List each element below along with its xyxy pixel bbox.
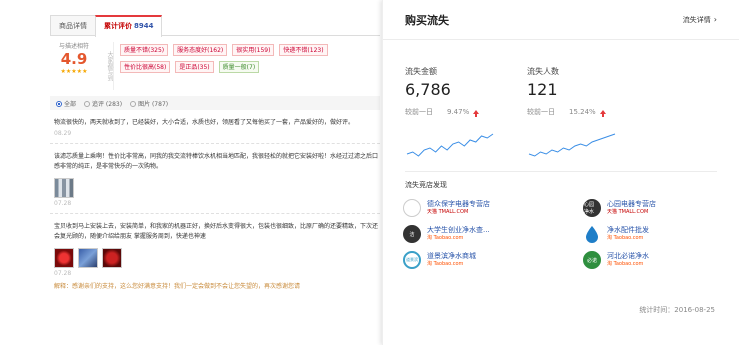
store-platform: 淘 Taobao.com [607, 235, 644, 241]
sparkline-path [406, 133, 494, 157]
metric-label: 流失人数 [527, 67, 559, 76]
store-logo-icon: 洁 [403, 225, 421, 243]
radio-icon [84, 100, 91, 107]
trend-up-icon [599, 110, 606, 117]
review-text: 物流很快的，两天就收到了，已经装好，大小合适，水质也好，领居看了又每他买了一套，… [54, 119, 355, 126]
store-name: 净水配件批发 [607, 226, 649, 234]
competitor-title: 流失竞店发现 [405, 181, 447, 189]
review-image-thumb[interactable] [78, 248, 98, 268]
review-text: 该滤芯质量上乘啊！性价比非常高，同我的我交流特棒饮水机相当地匹配，我很轻松的就把… [54, 153, 379, 170]
impression-tag[interactable]: 质量不错(325) [120, 44, 169, 56]
competitor-store[interactable]: 洁 大学生创业净水查... 淘 Taobao.com [403, 224, 583, 244]
impression-tag[interactable]: 性价比很高(58) [120, 61, 171, 73]
churn-details-link[interactable]: 流失详情 › [683, 15, 717, 25]
sparkline-churn-amount [406, 133, 494, 157]
review-filter: 全部 追评 (283) 图片 (787) [50, 96, 380, 110]
review-date: 07.28 [54, 200, 72, 207]
trend-up-icon [473, 110, 480, 117]
review-item: 该滤芯质量上乘啊！性价比非常高，同我的我交流特棒饮水机相当地匹配，我很轻松的就把… [50, 144, 380, 214]
store-name: 德众保字电器专营店 [427, 200, 490, 208]
metric-value: 121 [527, 80, 558, 99]
chevron-right-icon: › [713, 14, 717, 24]
competitor-store[interactable]: 心园 净水 心园电器专营店 天猫 TMALL.COM [583, 198, 713, 218]
tab-product-details[interactable]: 商品详情 [50, 15, 96, 35]
store-name: 道景滨净水商城 [427, 252, 476, 260]
water-drop-icon [583, 225, 601, 243]
impression-tags: 质量不错(325) 服务态度好(162) 很实用(159) 快递不错(123) … [120, 42, 380, 90]
purchase-churn-panel: 购买流失 流失详情 › 流失金额 6,786 较前一日 9.47% 流失人数 12… [382, 0, 739, 345]
store-platform: 天猫 TMALL.COM [607, 209, 649, 215]
link-label: 流失详情 [682, 15, 711, 24]
compare-label: 较前一日 [405, 108, 433, 116]
store-logo-icon: 心园 净水 [583, 199, 601, 217]
competitor-store[interactable]: 德众保字电器专营店 天猫 TMALL.COM [403, 198, 583, 218]
seller-reply: 解释：感谢亲们的支持，这么您好满意支持！我们一定会做到不会让您失望的，再次感谢您… [54, 283, 301, 290]
review-images [54, 248, 380, 268]
compare-value: 15.24% [569, 108, 596, 116]
rating-score-box: 与描述相符 4.9 ★★★★★ [50, 42, 98, 90]
impression-tag[interactable]: 是正品(35) [175, 61, 214, 73]
review-item: 宝贝收到马上安装上去，安装简单，和我家的机器正好，换好后水变得很大，包装也很细致… [50, 214, 380, 296]
review-date: 07.28 [54, 270, 72, 277]
filter-label: 追评 (283) [92, 100, 123, 108]
rating-summary: 与描述相符 4.9 ★★★★★ 大家都写到 质量不错(325) 服务态度好(16… [50, 42, 380, 90]
store-name: 大学生创业净水查... [427, 226, 490, 234]
competitor-store[interactable]: 道景滨 道景滨净水商城淘 Taobao.com [403, 250, 583, 270]
churn-metrics: 流失金额 6,786 较前一日 9.47% 流失人数 121 较前一日 15.2… [383, 40, 739, 117]
filter-label: 图片 (787) [138, 100, 169, 108]
star-rating: ★★★★★ [60, 68, 88, 75]
review-image-thumb[interactable] [54, 178, 74, 198]
statistics-time: 统计时间：2016-08-25 [639, 306, 715, 314]
store-name: 河北必诺净水 [607, 252, 649, 260]
filter-all[interactable]: 全部 [56, 99, 76, 108]
tab-reviews[interactable]: 累计评价 8944 [95, 15, 163, 37]
metric-label: 流失金额 [405, 67, 437, 76]
product-tabs: 商品详情 累计评价 8944 [50, 14, 380, 37]
rating-score: 4.9 [60, 50, 88, 68]
metric-churn-amount: 流失金额 6,786 较前一日 9.47% [405, 66, 527, 117]
sparkline-path [528, 133, 616, 157]
review-images [54, 178, 380, 198]
impression-tag[interactable]: 服务态度好(162) [173, 44, 228, 56]
competitor-store-list: 德众保字电器专营店 天猫 TMALL.COM 心园 净水 心园电器专营店 天猫 TM… [383, 190, 739, 270]
store-logo-icon: 道景滨 [403, 251, 421, 269]
filter-images[interactable]: 图片 (787) [130, 99, 168, 108]
compare-label: 较前一日 [527, 108, 555, 116]
impression-tag[interactable]: 快递不错(123) [279, 44, 328, 56]
compare-value: 9.47% [447, 108, 470, 116]
sparklines [383, 117, 739, 159]
competitor-store[interactable]: 净水配件批发淘 Taobao.com [583, 224, 713, 244]
review-date: 08.29 [54, 130, 72, 137]
radio-icon [56, 100, 62, 107]
review-count: 8944 [134, 22, 154, 30]
review-image-thumb[interactable] [102, 248, 122, 268]
review-item: 物流很快的，两天就收到了，已经装好，大小合适，水质也好，领居看了又每他买了一套，… [50, 110, 380, 144]
filter-append[interactable]: 追评 (283) [84, 99, 122, 108]
panel-header: 购买流失 流失详情 › [383, 0, 739, 40]
sparkline-churn-users [528, 133, 616, 157]
store-name: 心园电器专营店 [607, 200, 656, 208]
filter-label: 全部 [64, 100, 77, 108]
impression-tag[interactable]: 质量一般(7) [218, 61, 260, 73]
competitor-store[interactable]: 必诺 河北必诺净水淘 Taobao.com [583, 250, 713, 270]
metric-churn-users: 流失人数 121 较前一日 15.24% [527, 66, 649, 117]
metric-comparison: 较前一日 15.24% [527, 107, 649, 117]
tab-label: 商品详情 [59, 22, 87, 30]
store-platform: 天猫 TMALL.COM [427, 209, 469, 215]
store-platform: 淘 Taobao.com [607, 261, 644, 267]
review-panel: 商品详情 累计评价 8944 与描述相符 4.9 ★★★★★ 大家都写到 质量不错… [50, 14, 380, 339]
review-text: 宝贝收到马上安装上去，安装简单，和我家的机器正好，换好后水变得很大，包装也很细致… [54, 223, 379, 240]
radio-icon [130, 100, 137, 107]
panel-title: 购买流失 [405, 13, 449, 27]
store-logo-icon [403, 199, 421, 217]
store-platform: 淘 Taobao.com [427, 235, 464, 241]
store-logo-icon: 必诺 [583, 251, 601, 269]
metric-comparison: 较前一日 9.47% [405, 107, 527, 117]
impression-tag[interactable]: 很实用(159) [232, 44, 275, 56]
store-platform: 淘 Taobao.com [427, 261, 464, 267]
review-image-thumb[interactable] [54, 248, 74, 268]
metric-value: 6,786 [405, 80, 451, 99]
tags-heading: 大家都写到 [98, 42, 114, 90]
tab-label: 累计评价 [104, 22, 132, 30]
